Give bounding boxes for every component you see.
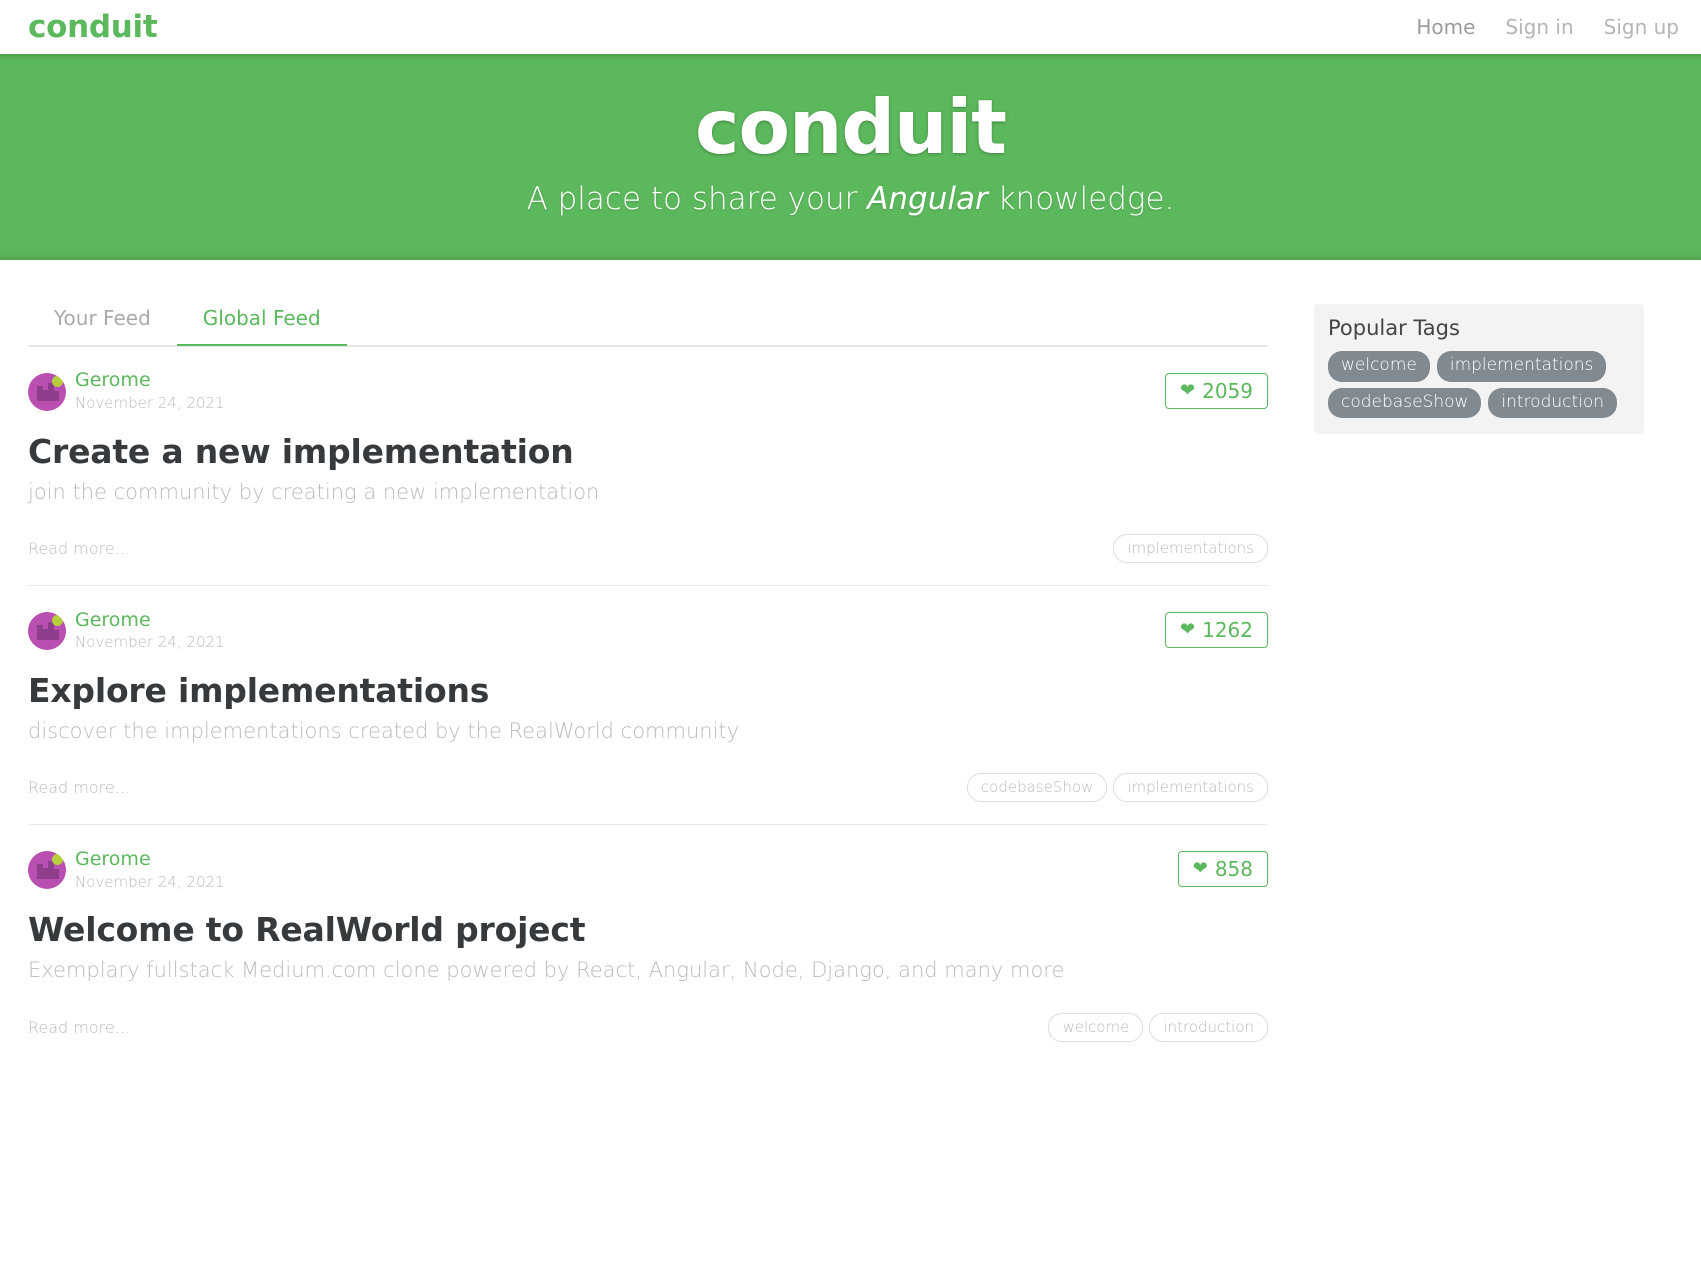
top-navbar: conduit Home Sign in Sign up [0, 0, 1701, 54]
article-date: November 24, 2021 [75, 633, 225, 652]
nav-link-sign-up[interactable]: Sign up [1604, 17, 1679, 37]
hero-banner: conduit A place to share your Angular kn… [0, 54, 1701, 260]
feed-toggle: Your Feed Global Feed [28, 296, 1268, 346]
favorites-count: 1262 [1202, 618, 1253, 643]
article-meta: Gerome November 24, 2021 ❤ 2059 [28, 369, 1268, 413]
article-author[interactable]: Gerome [75, 369, 225, 392]
nav-links: Home Sign in Sign up [1416, 17, 1679, 37]
popular-tag-welcome[interactable]: welcome [1328, 351, 1430, 382]
article-description: join the community by creating a new imp… [28, 479, 600, 504]
banner-subtitle-before: A place to share your [526, 180, 868, 217]
article-preview: Gerome November 24, 2021 ❤ 2059 Create a… [28, 345, 1268, 585]
banner-subtitle-emphasis: Angular [867, 180, 988, 217]
heart-icon: ❤ [1180, 379, 1196, 401]
article-date: November 24, 2021 [75, 872, 225, 891]
favorite-button[interactable]: ❤ 1262 [1165, 612, 1268, 649]
brand-logo[interactable]: conduit [28, 11, 158, 43]
sidebar-column: Popular Tags welcome implementations cod… [1314, 303, 1644, 434]
page-container: Your Feed Global Feed Gerome November 24… [0, 296, 1701, 1064]
popular-tags-panel: Popular Tags welcome implementations cod… [1314, 303, 1644, 434]
tab-global-feed[interactable]: Global Feed [176, 296, 347, 346]
avatar-status-dot [52, 615, 63, 627]
article-tag-list: codebaseShow implementations [966, 773, 1268, 803]
heart-icon: ❤ [1180, 619, 1196, 641]
article-author-info: Gerome November 24, 2021 [75, 848, 225, 892]
article-link[interactable]: Welcome to RealWorld project Exemplary f… [28, 911, 1268, 984]
banner-subtitle: A place to share your Angular knowledge. [0, 181, 1701, 218]
popular-tag-list: welcome implementations codebaseShow int… [1328, 351, 1630, 418]
popular-tags-title: Popular Tags [1328, 315, 1460, 340]
article-description: discover the implementations created by … [28, 719, 740, 744]
article-preview: Gerome November 24, 2021 ❤ 1262 Explore … [28, 585, 1268, 824]
heart-icon: ❤ [1192, 858, 1208, 880]
article-tag-list: welcome introduction [1048, 1012, 1268, 1042]
article-tag-list: implementations [1113, 534, 1268, 564]
article-author[interactable]: Gerome [75, 609, 225, 632]
popular-tag-codebaseshow[interactable]: codebaseShow [1328, 387, 1482, 418]
article-author-info: Gerome November 24, 2021 [75, 369, 225, 413]
article-link[interactable]: Explore implementations discover the imp… [28, 672, 1268, 745]
avatar-status-dot [52, 854, 63, 866]
favorite-button[interactable]: ❤ 2059 [1165, 372, 1268, 409]
article-author-info: Gerome November 24, 2021 [75, 609, 225, 653]
avatar[interactable] [28, 612, 66, 651]
article-link[interactable]: Create a new implementation join the com… [28, 431, 1268, 506]
favorite-button[interactable]: ❤ 858 [1177, 851, 1268, 888]
article-meta: Gerome November 24, 2021 ❤ 858 [28, 848, 1268, 892]
article-date: November 24, 2021 [75, 394, 225, 413]
article-author[interactable]: Gerome [75, 848, 225, 871]
avatar-pattern-block [37, 636, 59, 641]
article-tag[interactable]: introduction [1149, 1012, 1268, 1042]
article-title: Explore implementations [28, 671, 490, 711]
avatar[interactable] [28, 372, 66, 411]
nav-link-home[interactable]: Home [1416, 17, 1475, 37]
read-more-label[interactable]: Read more... [28, 1018, 130, 1037]
banner-subtitle-after: knowledge. [987, 180, 1175, 217]
popular-tag-introduction[interactable]: introduction [1488, 387, 1618, 418]
avatar-pattern-block [37, 396, 59, 401]
banner-title: conduit [694, 83, 1007, 171]
favorites-count: 2059 [1202, 378, 1253, 403]
popular-tag-implementations[interactable]: implementations [1436, 351, 1607, 382]
avatar[interactable] [28, 851, 66, 890]
article-title: Create a new implementation [28, 431, 574, 471]
feed-column: Your Feed Global Feed Gerome November 24… [28, 296, 1268, 1064]
read-more-label[interactable]: Read more... [28, 778, 130, 797]
avatar-status-dot [52, 375, 63, 387]
read-more-label[interactable]: Read more... [28, 539, 130, 558]
article-description: Exemplary fullstack Medium.com clone pow… [28, 958, 1065, 983]
article-tag[interactable]: welcome [1048, 1012, 1144, 1042]
article-title: Welcome to RealWorld project [28, 910, 586, 950]
article-preview: Gerome November 24, 2021 ❤ 858 Welcome t… [28, 824, 1268, 1063]
article-footer: Read more... codebaseShow implementation… [28, 773, 1268, 803]
nav-link-sign-in[interactable]: Sign in [1505, 17, 1573, 37]
article-footer: Read more... implementations [28, 534, 1268, 564]
article-meta: Gerome November 24, 2021 ❤ 1262 [28, 609, 1268, 653]
article-tag[interactable]: implementations [1113, 773, 1268, 803]
article-tag[interactable]: codebaseShow [966, 773, 1108, 803]
article-tag[interactable]: implementations [1113, 534, 1268, 564]
avatar-pattern-block [37, 875, 59, 880]
tab-your-feed[interactable]: Your Feed [28, 296, 177, 346]
favorites-count: 858 [1214, 857, 1253, 882]
article-footer: Read more... welcome introduction [28, 1012, 1268, 1042]
